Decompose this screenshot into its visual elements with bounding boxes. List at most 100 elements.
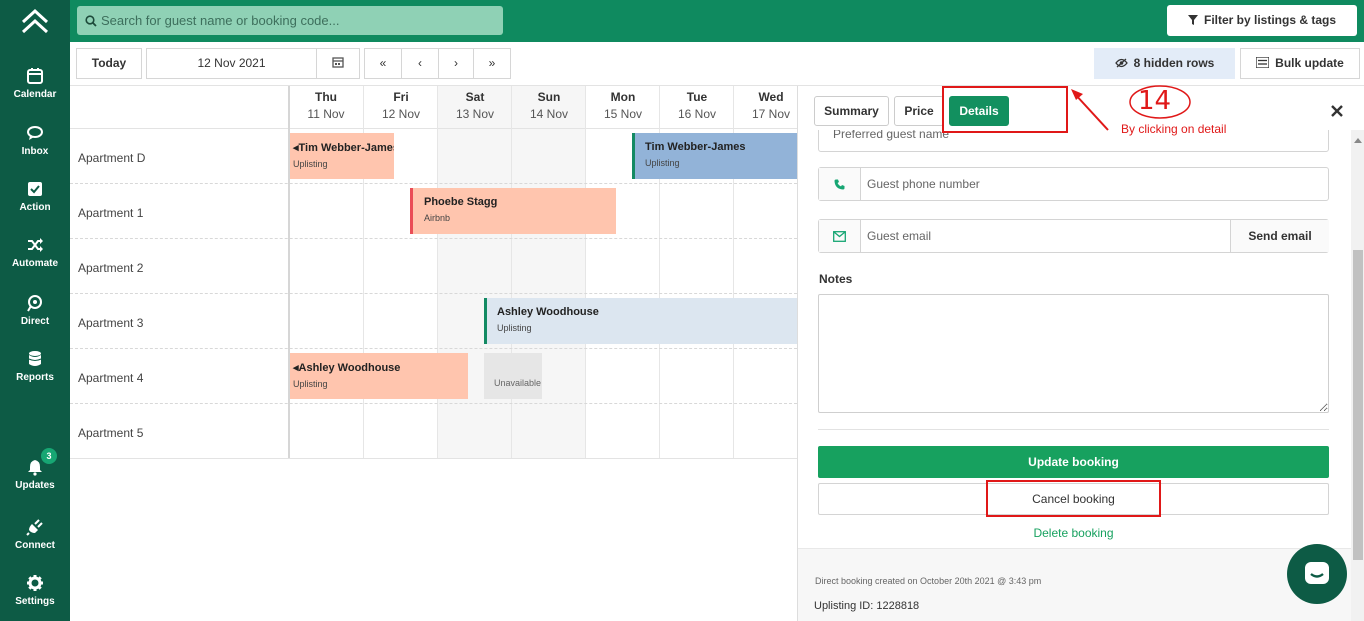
booking-guest-name: Phoebe Stagg [424,196,498,208]
day-date: 15 Nov [603,107,643,121]
row-divider [70,348,797,349]
chat-icon [27,126,43,140]
annotation-box-details [942,86,1068,133]
guest-phone-field[interactable] [818,167,1329,201]
search-box[interactable] [77,6,503,35]
booking-source: Airbnb [424,213,451,223]
send-email-button[interactable]: Send email [1230,220,1329,252]
search-input[interactable] [101,6,497,35]
notes-label: Notes [819,272,853,286]
day-date: 14 Nov [529,107,569,121]
day-date: 16 Nov [677,107,717,121]
scrollbar-track[interactable] [1351,130,1364,621]
row-label-apartment-3: Apartment 3 [78,316,144,330]
tab-summary[interactable]: Summary [814,96,889,126]
sidebar-item-settings[interactable]: Settings [0,574,70,607]
tab-price[interactable]: Price [894,96,944,126]
booking-block[interactable]: Ashley Woodhouse Uplisting [484,298,797,344]
update-booking-button[interactable]: Update booking [818,446,1329,478]
row-label-apartment-1: Apartment 1 [78,206,144,220]
close-icon[interactable] [1331,105,1343,117]
booking-guest-name: ◂Tim Webber-James [293,142,394,154]
first-page-button[interactable]: « [364,48,402,79]
booking-source: Uplisting [293,159,328,169]
phone-icon [834,179,845,190]
chat-launcher-button[interactable] [1287,544,1347,604]
annotation-number: 14 [1138,86,1172,116]
date-picker-button[interactable] [316,48,360,79]
guest-phone-input[interactable] [867,168,1317,200]
panel-divider [818,429,1329,430]
last-page-button[interactable]: » [473,48,511,79]
hidden-rows-label: 8 hidden rows [1133,56,1215,70]
sidebar-item-action[interactable]: Action [0,180,70,213]
hidden-rows-button[interactable]: 8 hidden rows [1094,48,1235,79]
day-header-thu: Thu 11 Nov [289,90,363,121]
sidebar-item-label: Connect [15,540,55,551]
day-name: Sat [465,90,485,104]
guest-email-field[interactable]: Send email [818,219,1329,253]
sidebar-item-label: Action [19,202,51,213]
day-name: Fri [393,90,409,104]
annotation-box-cancel [986,480,1161,517]
day-header-sun: Sun 14 Nov [512,90,586,121]
sidebar-item-calendar[interactable]: Calendar [0,67,70,100]
booking-block[interactable]: Phoebe Stagg Airbnb [410,188,616,234]
sidebar-item-updates[interactable]: 3 Updates [0,448,70,491]
calendar-icon [332,57,344,68]
booking-source: Uplisting [645,158,680,168]
row-divider [70,293,797,294]
shuffle-icon [28,238,43,252]
filter-label: Filter by listings & tags [1203,13,1337,27]
calendar-icon [27,68,43,84]
booking-guest-name: Ashley Woodhouse [497,306,599,318]
filter-button[interactable]: Filter by listings & tags [1167,5,1357,36]
sidebar-item-inbox[interactable]: Inbox [0,124,70,157]
bulk-update-label: Bulk update [1275,56,1344,70]
booking-source: Unavailable [494,378,542,388]
booking-block[interactable]: Tim Webber-James Uplisting [632,133,797,179]
email-icon-box [819,220,861,252]
eye-icon [1114,58,1128,68]
next-button[interactable]: › [438,48,474,79]
day-header-sat: Sat 13 Nov [438,90,512,121]
direct-icon [27,295,42,312]
sidebar-item-automate[interactable]: Automate [0,236,70,269]
sidebar-item-reports[interactable]: Reports [0,350,70,383]
row-divider [70,238,797,239]
delete-booking-link[interactable]: Delete booking [818,526,1329,540]
scroll-up-arrow[interactable] [1354,138,1362,143]
guest-email-input[interactable] [867,220,1227,252]
booking-source: Uplisting [497,323,532,333]
row-divider [70,458,797,459]
search-icon [85,15,97,27]
sidebar-item-label: Settings [15,596,55,607]
envelope-icon [833,231,846,242]
bulk-update-button[interactable]: Bulk update [1240,48,1360,79]
day-header-tue: Tue 16 Nov [660,90,734,121]
today-button[interactable]: Today [76,48,142,79]
scrollbar-thumb[interactable] [1353,250,1363,560]
booking-block[interactable]: ◂Tim Webber-James Uplisting [290,133,394,179]
chat-icon [1305,562,1329,584]
uplisting-id: Uplisting ID: 1228818 [814,600,920,612]
date-input[interactable]: 12 Nov 2021 [146,48,317,79]
sidebar-item-direct[interactable]: Direct [0,294,70,327]
logo-icon[interactable] [20,8,50,41]
panel-footer: Direct booking created on October 20th 2… [798,548,1351,621]
day-name: Mon [610,90,636,104]
checkbox-icon [28,182,42,196]
prev-button[interactable]: ‹ [401,48,439,79]
day-date: 12 Nov [381,107,421,121]
bell-icon [28,460,42,476]
notes-textarea[interactable] [818,294,1329,413]
phone-icon-box [819,168,861,200]
created-text: Direct booking created on October 20th 2… [815,576,1042,586]
unavailable-block[interactable]: Unavailable [484,353,542,399]
row-label-apartment-4: Apartment 4 [78,371,144,385]
sidebar: Calendar Inbox Action Automate Direct Re… [0,0,70,621]
sidebar-item-connect[interactable]: Connect [0,518,70,551]
booking-block[interactable]: ◂Ashley Woodhouse Uplisting [290,353,468,399]
gear-icon [27,575,43,591]
header-divider [70,128,797,129]
